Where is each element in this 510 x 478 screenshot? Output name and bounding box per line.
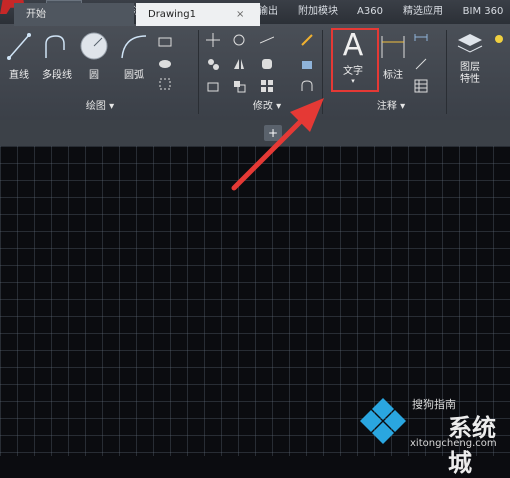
stretch-icon[interactable] <box>206 78 220 97</box>
copy-icon[interactable] <box>206 56 220 75</box>
tab-drawing1-label: Drawing1 <box>148 9 196 20</box>
boundary-icon[interactable] <box>158 76 172 95</box>
tab-start[interactable]: 开始 <box>14 3 134 26</box>
arc-icon <box>121 35 147 59</box>
tab-drawing1[interactable]: Drawing1 × <box>136 3 260 26</box>
circle-label: 圆 <box>89 70 99 81</box>
dimension-icon <box>381 36 405 58</box>
layer-properties-label: 图层 特性 <box>460 62 480 85</box>
rotate-icon[interactable] <box>232 32 246 51</box>
mirror-icon[interactable] <box>232 56 246 75</box>
dimension-tool[interactable]: 标注 <box>378 30 408 82</box>
arc-label: 圆弧 <box>124 70 144 81</box>
trim-icon[interactable] <box>259 32 275 51</box>
polyline-icon <box>45 35 65 58</box>
annotation-arrow <box>231 98 324 191</box>
erase-icon[interactable] <box>300 32 314 51</box>
rectangle-icon[interactable] <box>158 34 172 53</box>
watermark-site: xitongcheng.com <box>410 438 497 449</box>
explode-icon[interactable] <box>300 56 314 75</box>
tab-featured-apps[interactable]: 精选应用 <box>396 2 450 22</box>
line-icon <box>7 33 31 60</box>
tab-addins[interactable]: 附加模块 <box>292 2 344 22</box>
linear-dim-icon[interactable] <box>414 32 428 51</box>
annotation-panel-label[interactable]: 注释 ▾ <box>356 98 426 116</box>
panel-separator <box>198 30 199 114</box>
line-label: 直线 <box>9 70 29 81</box>
fillet-icon[interactable] <box>260 56 274 75</box>
circle-tool[interactable]: 圆 <box>78 30 110 82</box>
dimension-label: 标注 <box>383 70 403 81</box>
leader-icon[interactable] <box>414 56 428 75</box>
panel-separator <box>446 30 447 114</box>
watermark-logo <box>360 398 406 444</box>
tab-a360[interactable]: A360 <box>352 2 388 22</box>
line-tool[interactable]: 直线 <box>4 30 34 82</box>
layer-properties-tool[interactable]: 图层 特性 <box>452 30 488 92</box>
table-icon[interactable] <box>414 78 428 97</box>
draw-panel-label[interactable]: 绘图 ▾ <box>60 98 140 116</box>
move-icon[interactable] <box>206 32 220 51</box>
polyline-label: 多段线 <box>42 70 72 81</box>
hatch-icon[interactable] <box>158 56 172 75</box>
circle-icon <box>80 32 108 60</box>
tab-start-label: 开始 <box>26 9 46 20</box>
arc-tool[interactable]: 圆弧 <box>116 30 152 82</box>
close-tab-icon[interactable]: × <box>236 3 244 26</box>
layer-lightbulb-icon[interactable] <box>492 32 506 51</box>
tab-bim360[interactable]: BIM 360 <box>458 2 508 22</box>
polyline-tool[interactable]: 多段线 <box>38 30 76 82</box>
text-tool-highlight <box>331 28 379 92</box>
layer-properties-icon <box>457 34 483 53</box>
